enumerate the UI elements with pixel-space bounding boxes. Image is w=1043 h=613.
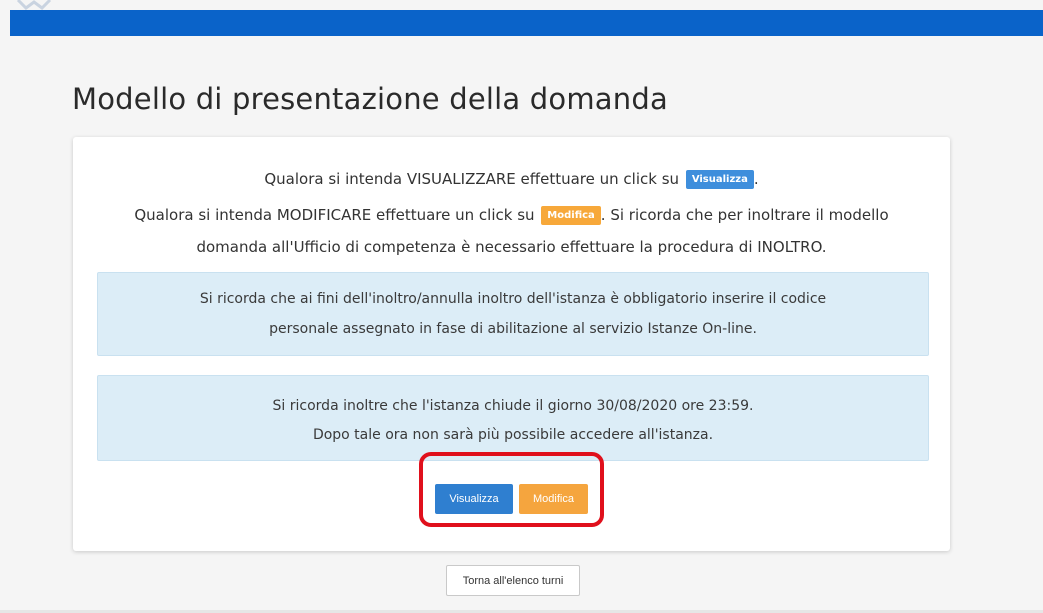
page-title: Modello di presentazione della domanda <box>72 82 668 116</box>
notice-text-line: Dopo tale ora non sarà più possibile acc… <box>312 427 714 443</box>
inline-visualizza-badge: Visualizza <box>685 170 754 189</box>
view-instruction-end: . <box>753 170 759 188</box>
edit-instruction-text: Qualora si intenda MODIFICARE effettuare… <box>134 206 535 224</box>
view-instruction-text: Qualora si intenda VISUALIZZARE effettua… <box>264 170 680 188</box>
info-notice-personal-code: Si ricorda che ai fini dell'inoltro/annu… <box>97 272 929 356</box>
application-form-card: Qualora si intenda VISUALIZZARE effettua… <box>73 137 950 551</box>
notice-text-line: Si ricorda inoltre che l'istanza chiude … <box>272 398 754 414</box>
modifica-button[interactable]: Modifica <box>519 484 588 514</box>
edit-instruction: Qualora si intenda MODIFICARE effettuare… <box>73 206 950 225</box>
edit-instruction-line2: domanda all'Ufficio di competenza è nece… <box>196 238 827 256</box>
emblem-icon <box>16 0 52 10</box>
edit-instruction-text-after: . Si ricorda che per inoltrare il modell… <box>600 206 889 224</box>
view-instruction: Qualora si intenda VISUALIZZARE effettua… <box>73 170 950 189</box>
top-header-bar <box>10 10 1043 36</box>
info-notice-deadline: Si ricorda inoltre che l'istanza chiude … <box>97 375 929 461</box>
visualizza-button[interactable]: Visualizza <box>435 484 513 514</box>
inline-modifica-badge: Modifica <box>541 206 601 225</box>
notice-text-line: Si ricorda che ai fini dell'inoltro/annu… <box>199 291 827 307</box>
notice-text-line: personale assegnato in fase di abilitazi… <box>269 321 757 337</box>
back-to-list-button[interactable]: Torna all'elenco turni <box>446 565 580 596</box>
